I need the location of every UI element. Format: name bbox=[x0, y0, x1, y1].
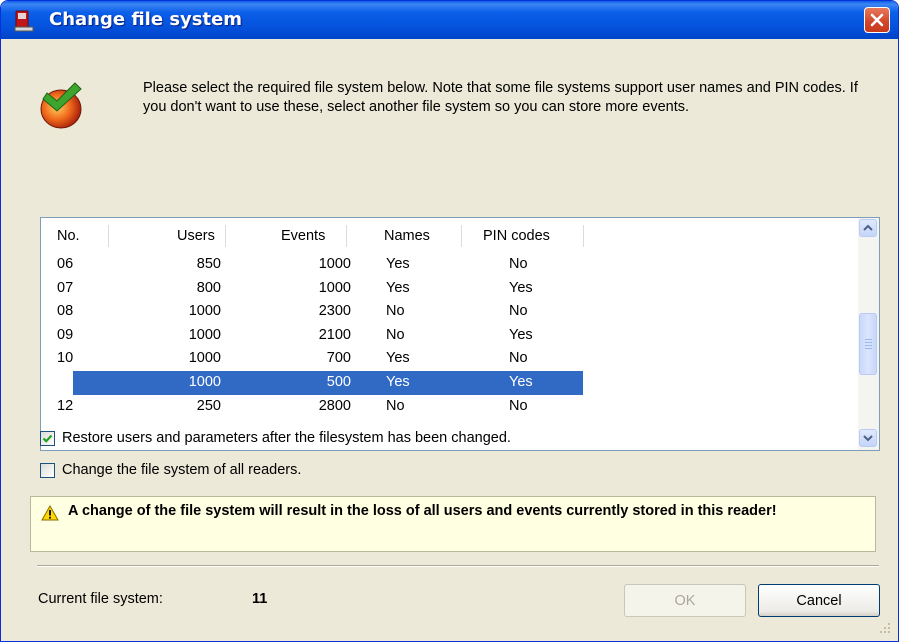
chevron-up-icon bbox=[863, 224, 873, 231]
warning-text: A change of the file system will result … bbox=[68, 503, 777, 519]
cell-pin-codes: Yes bbox=[509, 326, 533, 343]
restore-checkbox[interactable] bbox=[40, 430, 55, 446]
table-row[interactable]: 07 800 1000 Yes Yes bbox=[41, 277, 859, 301]
column-separator[interactable] bbox=[583, 225, 585, 247]
restore-label[interactable]: Restore users and parameters after the f… bbox=[62, 430, 511, 446]
close-icon bbox=[870, 13, 884, 27]
cell-pin-codes: No bbox=[509, 397, 528, 414]
column-header-no[interactable]: No. bbox=[57, 225, 80, 247]
window-title: Change file system bbox=[49, 9, 243, 30]
grip-line bbox=[865, 348, 872, 349]
apple-check-icon bbox=[40, 82, 82, 129]
cell-users: 1000 bbox=[188, 350, 221, 367]
cell-no: 09 bbox=[57, 326, 74, 343]
column-separator[interactable] bbox=[108, 225, 110, 247]
chevron-down-icon bbox=[863, 435, 873, 442]
cell-users: 250 bbox=[196, 397, 221, 414]
cell-no: 12 bbox=[57, 397, 74, 414]
all-readers-label[interactable]: Change the file system of all readers. bbox=[62, 462, 301, 478]
cancel-button[interactable]: Cancel bbox=[758, 584, 880, 617]
cell-names: No bbox=[386, 303, 405, 320]
cell-no: 06 bbox=[57, 256, 74, 272]
cell-pin-codes: Yes bbox=[509, 279, 533, 296]
column-header-names[interactable]: Names bbox=[384, 225, 430, 247]
cell-events: 2300 bbox=[318, 303, 351, 320]
table-row-selected[interactable]: 11 1000 500 Yes Yes bbox=[41, 370, 859, 395]
close-button[interactable] bbox=[864, 7, 890, 33]
table-row[interactable]: 09 1000 2100 No Yes bbox=[41, 324, 859, 348]
checkmark-icon bbox=[42, 434, 53, 443]
cell-events: 500 bbox=[326, 373, 351, 390]
column-header-events[interactable]: Events bbox=[281, 225, 325, 247]
cell-users: 800 bbox=[196, 279, 221, 296]
cell-events: 1000 bbox=[318, 256, 351, 272]
cell-names: No bbox=[386, 326, 405, 343]
table-row[interactable]: 08 1000 2300 No No bbox=[41, 300, 859, 324]
ok-button[interactable]: OK bbox=[624, 584, 746, 617]
cell-users: 1000 bbox=[188, 303, 221, 320]
column-header-users[interactable]: Users bbox=[177, 225, 215, 247]
scroll-down-button[interactable] bbox=[859, 429, 877, 447]
cell-users: 1000 bbox=[188, 326, 221, 343]
grip-line bbox=[865, 342, 872, 343]
cell-names: Yes bbox=[386, 256, 410, 272]
cell-events: 2800 bbox=[318, 397, 351, 414]
cell-names: No bbox=[386, 397, 405, 414]
list-header: No. Users Events Names PIN codes bbox=[41, 218, 859, 253]
cell-names: Yes bbox=[386, 373, 410, 390]
cell-names: Yes bbox=[386, 350, 410, 367]
list-rows: 06 850 1000 Yes No 07 800 1000 Yes Yes 0… bbox=[41, 253, 859, 418]
current-file-system-label: Current file system: bbox=[38, 591, 163, 607]
current-file-system-value: 11 bbox=[252, 591, 268, 607]
cell-no: 08 bbox=[57, 303, 74, 320]
title-bar[interactable]: Change file system bbox=[1, 1, 898, 39]
cell-events: 1000 bbox=[318, 279, 351, 296]
cell-names: Yes bbox=[386, 279, 410, 296]
cell-users: 850 bbox=[196, 256, 221, 272]
cell-pin-codes: No bbox=[509, 256, 528, 272]
cell-pin-codes: No bbox=[509, 303, 528, 320]
column-header-pin-codes[interactable]: PIN codes bbox=[483, 225, 550, 247]
table-row[interactable]: 06 850 1000 Yes No bbox=[41, 253, 859, 277]
cell-events: 2100 bbox=[318, 326, 351, 343]
column-separator[interactable] bbox=[461, 225, 463, 247]
warning-icon bbox=[41, 505, 59, 521]
restore-option[interactable]: Restore users and parameters after the f… bbox=[40, 428, 511, 448]
divider bbox=[37, 565, 879, 567]
cell-no: 11 bbox=[57, 373, 73, 390]
file-system-list[interactable]: No. Users Events Names PIN codes 06 850 … bbox=[40, 217, 880, 451]
scroll-thumb[interactable] bbox=[859, 313, 877, 375]
grip-line bbox=[865, 339, 872, 340]
change-file-system-dialog: Change file system Please select the req… bbox=[0, 0, 899, 642]
warning-box: A change of the file system will result … bbox=[30, 496, 876, 552]
vertical-scrollbar[interactable] bbox=[858, 218, 879, 450]
scroll-up-button[interactable] bbox=[859, 219, 877, 237]
dialog-body: Please select the required file system b… bbox=[4, 39, 895, 638]
reader-app-icon bbox=[14, 10, 34, 32]
table-row[interactable]: 12 250 2800 No No bbox=[41, 395, 859, 419]
cell-users: 1000 bbox=[188, 373, 221, 390]
cell-pin-codes: Yes bbox=[509, 373, 533, 390]
cell-pin-codes: No bbox=[509, 350, 528, 367]
all-readers-checkbox[interactable] bbox=[40, 462, 55, 478]
cell-no: 07 bbox=[57, 279, 74, 296]
intro-text: Please select the required file system b… bbox=[143, 80, 858, 115]
column-separator[interactable] bbox=[225, 225, 227, 247]
table-row[interactable]: 10 1000 700 Yes No bbox=[41, 347, 859, 371]
all-readers-option[interactable]: Change the file system of all readers. bbox=[40, 460, 301, 480]
grip-line bbox=[865, 345, 872, 346]
column-separator[interactable] bbox=[346, 225, 348, 247]
cell-no: 10 bbox=[57, 350, 74, 367]
resize-grip-icon[interactable] bbox=[879, 622, 891, 634]
cell-events: 700 bbox=[326, 350, 351, 367]
